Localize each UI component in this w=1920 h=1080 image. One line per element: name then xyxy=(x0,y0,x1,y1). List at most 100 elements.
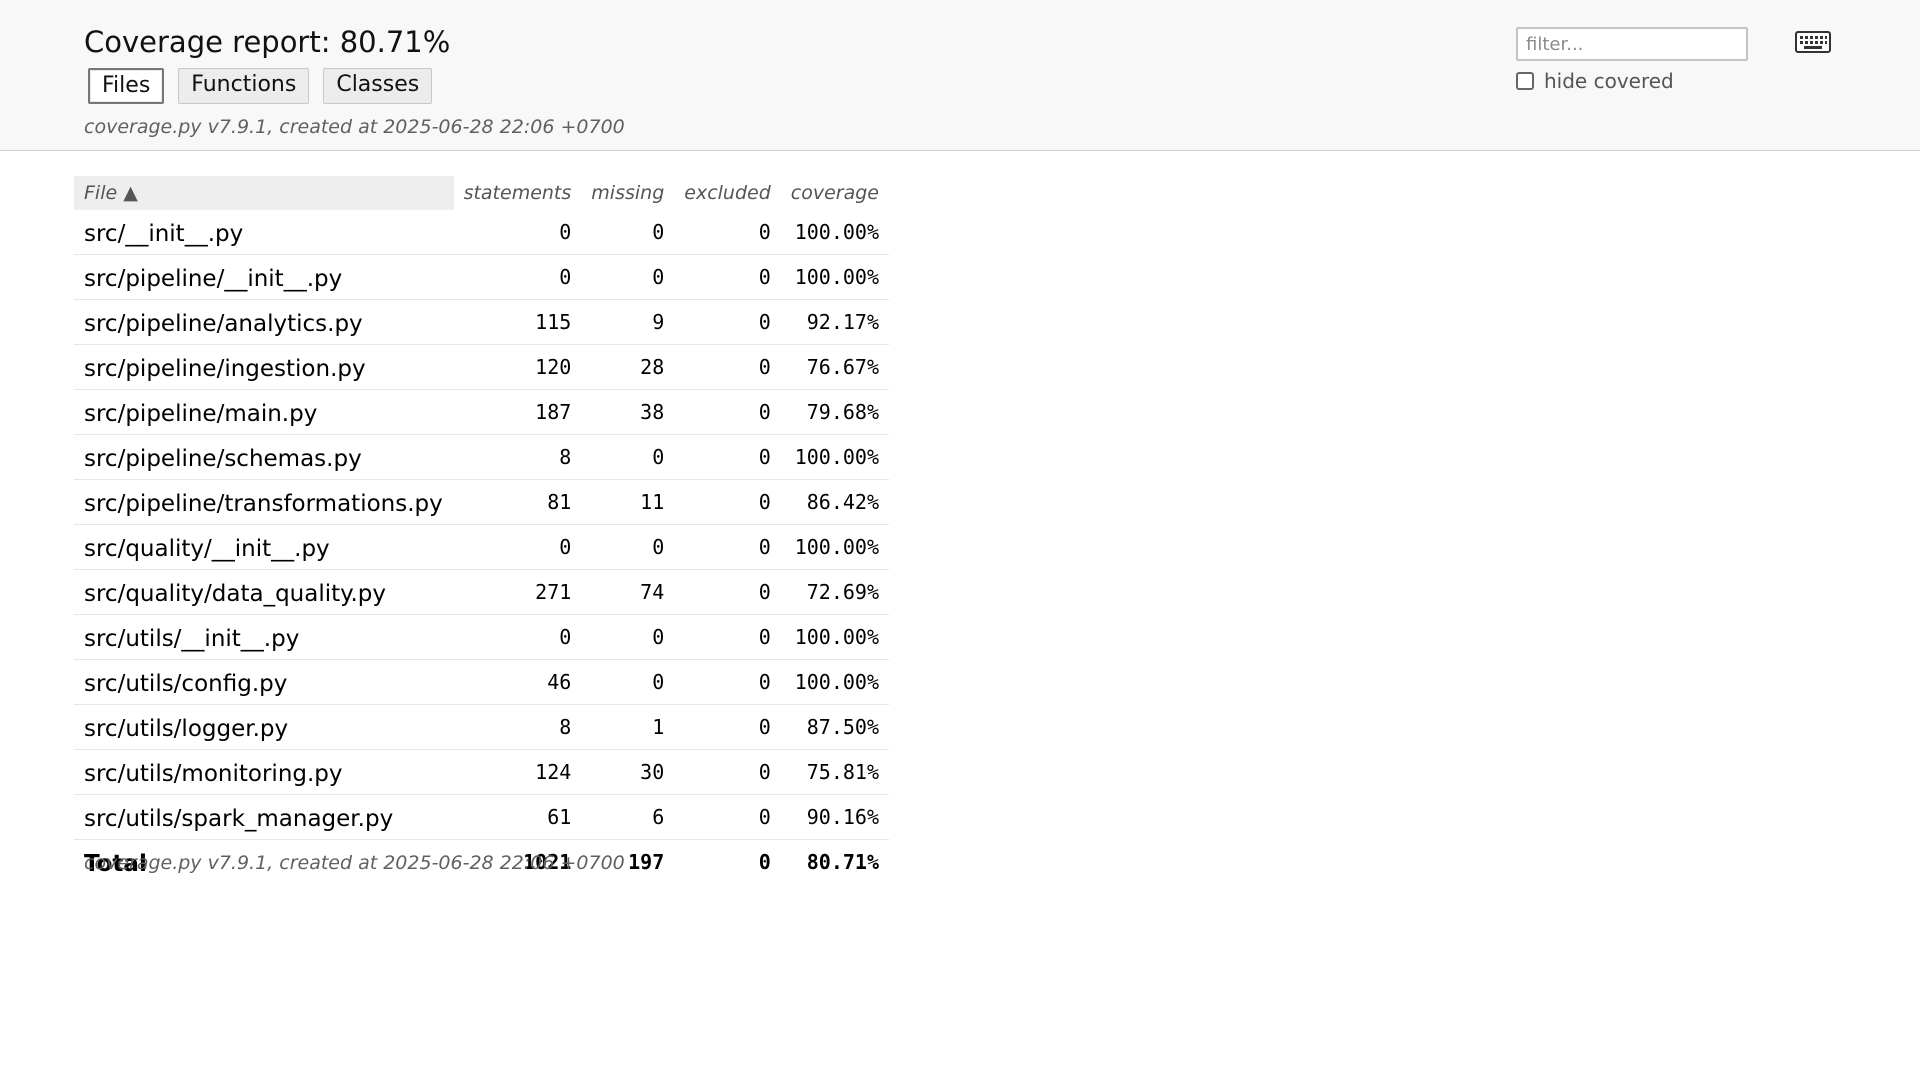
cell-excluded: 0 xyxy=(674,479,781,525)
cell-coverage: 100.00% xyxy=(780,659,889,705)
cell-statements: 115 xyxy=(453,299,582,345)
cell-missing: 0 xyxy=(581,524,675,570)
table-row: src/pipeline/transformations.py 81 11 0 86.4… xyxy=(74,479,889,525)
header-meta: coverage.py v7.9.1, created at 2025-06-2… xyxy=(84,116,625,138)
cell-excluded: 0 xyxy=(674,794,781,840)
file-link[interactable]: src/__init__.py xyxy=(74,210,454,255)
table-row: src/utils/__init__.py 0 0 0 100.00% xyxy=(74,614,889,660)
file-link[interactable]: src/pipeline/analytics.py xyxy=(74,299,454,345)
cell-coverage: 72.69% xyxy=(780,569,889,615)
cell-statements: 46 xyxy=(453,659,582,705)
total-excluded: 0 xyxy=(758,850,771,874)
cell-missing: 0 xyxy=(581,434,675,480)
file-link[interactable]: src/quality/data_quality.py xyxy=(74,569,454,615)
header-content: Coverage report: 80.71% Files Functions … xyxy=(84,22,625,138)
table-row: src/utils/spark_manager.py 61 6 0 90.16% xyxy=(74,794,889,840)
cell-missing: 1 xyxy=(581,704,675,750)
file-link[interactable]: src/pipeline/main.py xyxy=(74,389,454,435)
cell-coverage: 100.00% xyxy=(780,210,889,255)
cell-statements: 8 xyxy=(453,434,582,480)
table-row: src/utils/config.py 46 0 0 100.00% xyxy=(74,659,889,705)
cell-coverage: 100.00% xyxy=(780,614,889,660)
cell-excluded: 0 xyxy=(674,210,781,255)
table-row: src/pipeline/ingestion.py 120 28 0 76.67% xyxy=(74,344,889,390)
table-row: src/utils/monitoring.py 124 30 0 75.81% xyxy=(74,749,889,795)
hide-covered-checkbox[interactable] xyxy=(1516,72,1534,90)
cell-statements: 187 xyxy=(453,389,582,435)
file-link[interactable]: src/utils/spark_manager.py xyxy=(74,794,454,840)
cell-missing: 0 xyxy=(581,254,675,300)
cell-missing: 28 xyxy=(581,344,675,390)
cell-statements: 8 xyxy=(453,704,582,750)
tab-functions[interactable]: Functions xyxy=(178,68,310,104)
page-title: Coverage report: 80.71% xyxy=(84,25,451,59)
footer-meta: coverage.py v7.9.1, created at 2025-06-2… xyxy=(84,852,625,874)
cell-excluded: 0 xyxy=(674,254,781,300)
cell-missing: 30 xyxy=(581,749,675,795)
cell-missing: 0 xyxy=(581,659,675,705)
table-row: src/pipeline/__init__.py 0 0 0 100.00% xyxy=(74,254,889,300)
cell-coverage: 100.00% xyxy=(780,524,889,570)
cell-excluded: 0 xyxy=(674,524,781,570)
cell-statements: 0 xyxy=(453,254,582,300)
file-link[interactable]: src/pipeline/schemas.py xyxy=(74,434,454,480)
cell-coverage: 90.16% xyxy=(780,794,889,840)
cell-missing: 0 xyxy=(581,210,675,255)
cell-missing: 74 xyxy=(581,569,675,615)
hide-covered-label: hide covered xyxy=(1544,69,1674,93)
table-row: src/__init__.py 0 0 0 100.00% xyxy=(74,210,889,255)
tab-files[interactable]: Files xyxy=(88,68,165,104)
table-row: src/utils/logger.py 8 1 0 87.50% xyxy=(74,704,889,750)
cell-excluded: 0 xyxy=(674,659,781,705)
cell-coverage: 76.67% xyxy=(780,344,889,390)
filter-area: hide covered xyxy=(1516,27,1748,93)
cell-excluded: 0 xyxy=(674,614,781,660)
cell-excluded: 0 xyxy=(674,299,781,345)
table-row: src/pipeline/main.py 187 38 0 79.68% xyxy=(74,389,889,435)
cell-statements: 120 xyxy=(453,344,582,390)
cell-missing: 9 xyxy=(581,299,675,345)
cell-coverage: 87.50% xyxy=(780,704,889,750)
cell-coverage: 100.00% xyxy=(780,434,889,480)
table-body: src/__init__.py 0 0 0 100.00% src/pipeline/__… xyxy=(74,210,889,840)
cell-statements: 124 xyxy=(453,749,582,795)
column-header-missing[interactable]: missing xyxy=(581,176,674,210)
file-link[interactable]: src/utils/__init__.py xyxy=(74,614,454,660)
cell-excluded: 0 xyxy=(674,749,781,795)
file-link[interactable]: src/utils/monitoring.py xyxy=(74,749,454,795)
keyboard-icon[interactable] xyxy=(1795,31,1831,53)
file-link[interactable]: src/pipeline/transformations.py xyxy=(74,479,454,525)
cell-excluded: 0 xyxy=(674,434,781,480)
cell-coverage: 79.68% xyxy=(780,389,889,435)
file-link[interactable]: src/pipeline/__init__.py xyxy=(74,254,454,300)
cell-statements: 81 xyxy=(453,479,582,525)
cell-statements: 0 xyxy=(453,614,582,660)
cell-coverage: 75.81% xyxy=(780,749,889,795)
column-header-statements[interactable]: statements xyxy=(454,176,582,210)
cell-excluded: 0 xyxy=(674,704,781,750)
table-row: src/quality/__init__.py 0 0 0 100.00% xyxy=(74,524,889,570)
file-link[interactable]: src/pipeline/ingestion.py xyxy=(74,344,454,390)
filter-input[interactable] xyxy=(1516,27,1748,61)
column-header-coverage[interactable]: coverage xyxy=(781,176,889,210)
cell-statements: 0 xyxy=(453,210,582,255)
column-header-excluded[interactable]: excluded xyxy=(674,176,781,210)
total-coverage: 80.71% xyxy=(806,850,879,874)
file-link[interactable]: src/quality/__init__.py xyxy=(74,524,454,570)
hide-covered-toggle[interactable]: hide covered xyxy=(1516,69,1748,93)
table-header-row: File ▲ statements missing excluded cover… xyxy=(74,176,889,210)
cell-excluded: 0 xyxy=(674,344,781,390)
tab-classes[interactable]: Classes xyxy=(323,68,433,104)
cell-coverage: 86.42% xyxy=(780,479,889,525)
cell-excluded: 0 xyxy=(674,569,781,615)
cell-missing: 6 xyxy=(581,794,675,840)
table-row: src/pipeline/schemas.py 8 0 0 100.00% xyxy=(74,434,889,480)
cell-excluded: 0 xyxy=(674,389,781,435)
view-tabs: Files Functions Classes xyxy=(88,68,625,104)
column-header-file[interactable]: File ▲ xyxy=(74,176,454,210)
file-link[interactable]: src/utils/config.py xyxy=(74,659,454,705)
file-link[interactable]: src/utils/logger.py xyxy=(74,704,454,750)
cell-statements: 61 xyxy=(453,794,582,840)
cell-statements: 271 xyxy=(453,569,582,615)
cell-missing: 38 xyxy=(581,389,675,435)
